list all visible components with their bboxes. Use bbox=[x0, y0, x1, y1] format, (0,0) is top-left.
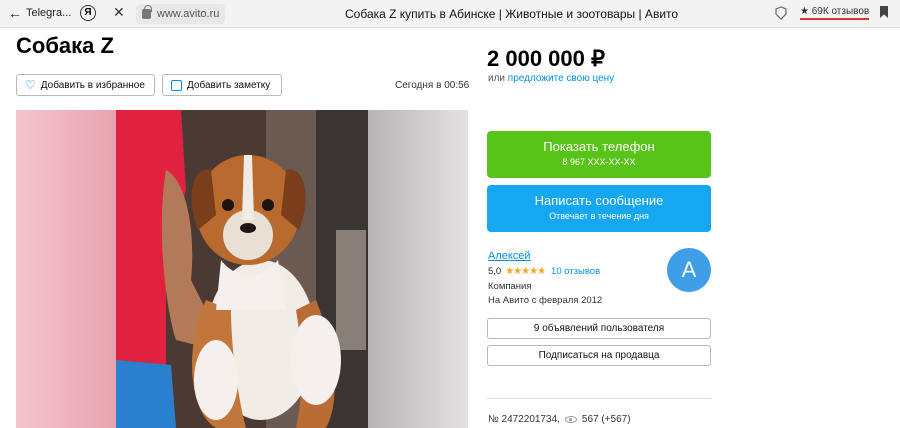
seller-ads-button[interactable]: 9 объявлений пользователя bbox=[487, 318, 711, 339]
price-or-text: или bbox=[488, 73, 506, 84]
seller-avatar[interactable]: А bbox=[667, 248, 711, 292]
reviews-link[interactable]: 10 отзывов bbox=[551, 266, 600, 277]
write-message-label: Написать сообщение bbox=[534, 193, 664, 208]
show-phone-label: Показать телефон bbox=[543, 139, 655, 154]
seller-since: На Авито с февраля 2012 bbox=[488, 295, 603, 306]
note-icon bbox=[171, 79, 182, 91]
subscribe-seller-button[interactable]: Подписаться на продавца bbox=[487, 345, 711, 366]
views-count: 567 (+567) bbox=[581, 414, 631, 425]
response-time: Отвечает в течение дня bbox=[549, 211, 649, 221]
reader-mode-icon[interactable] bbox=[774, 6, 788, 20]
heart-icon: ♡ bbox=[25, 78, 36, 92]
close-tab-icon[interactable]: ✕ bbox=[113, 4, 125, 21]
favorites-label: Добавить в избранное bbox=[40, 79, 145, 91]
listing-title: Собака Z bbox=[16, 33, 114, 58]
address-bar[interactable]: www.avito.ru bbox=[136, 4, 226, 24]
eye-icon bbox=[564, 416, 577, 423]
lock-icon bbox=[142, 5, 152, 19]
seller-rating: 5,0 ★★★★★ 10 отзывов bbox=[488, 266, 600, 277]
back-label: Telegra... bbox=[26, 7, 72, 19]
masked-phone: 8 967 XXX-XX-XX bbox=[562, 157, 636, 167]
browser-toolbar: ← Telegra... Я ✕ www.avito.ru Собака Z к… bbox=[0, 0, 900, 28]
seller-type: Компания bbox=[488, 281, 532, 292]
rating-value: 5,0 bbox=[488, 266, 502, 277]
ad-meta: № 2472201734, 567 (+567) bbox=[488, 414, 631, 425]
divider bbox=[487, 398, 711, 399]
note-label: Добавить заметку bbox=[187, 79, 271, 91]
seller-name-link[interactable]: Алексей bbox=[488, 250, 531, 262]
ad-number: № 2472201734, bbox=[488, 414, 560, 425]
show-phone-button[interactable]: Показать телефон 8 967 XXX-XX-XX bbox=[487, 131, 711, 178]
yandex-icon[interactable]: Я bbox=[80, 5, 96, 21]
bookmark-icon[interactable] bbox=[880, 6, 888, 18]
url-text: www.avito.ru bbox=[157, 8, 220, 20]
rating-stars-icon: ★★★★★ bbox=[505, 266, 546, 277]
page-title-bar: Собака Z купить в Абинске | Животные и з… bbox=[345, 7, 679, 21]
back-button[interactable]: ← Telegra... bbox=[8, 6, 71, 20]
price-offer: или предложите свою цену bbox=[488, 73, 614, 84]
price: 2 000 000 ₽ bbox=[487, 46, 605, 71]
listing-photo[interactable] bbox=[16, 110, 468, 428]
write-message-button[interactable]: Написать сообщение Отвечает в течение дн… bbox=[487, 185, 711, 232]
arrow-left-icon: ← bbox=[8, 5, 22, 21]
dog-photo-image bbox=[16, 110, 468, 428]
reviews-badge[interactable]: ★ 69К отзывов bbox=[800, 6, 870, 20]
offer-price-link[interactable]: предложите свою цену bbox=[508, 73, 614, 84]
add-note-button[interactable]: Добавить заметку bbox=[162, 74, 282, 96]
posted-date: Сегодня в 00:56 bbox=[395, 80, 470, 91]
add-to-favorites-button[interactable]: ♡ Добавить в избранное bbox=[16, 74, 155, 96]
